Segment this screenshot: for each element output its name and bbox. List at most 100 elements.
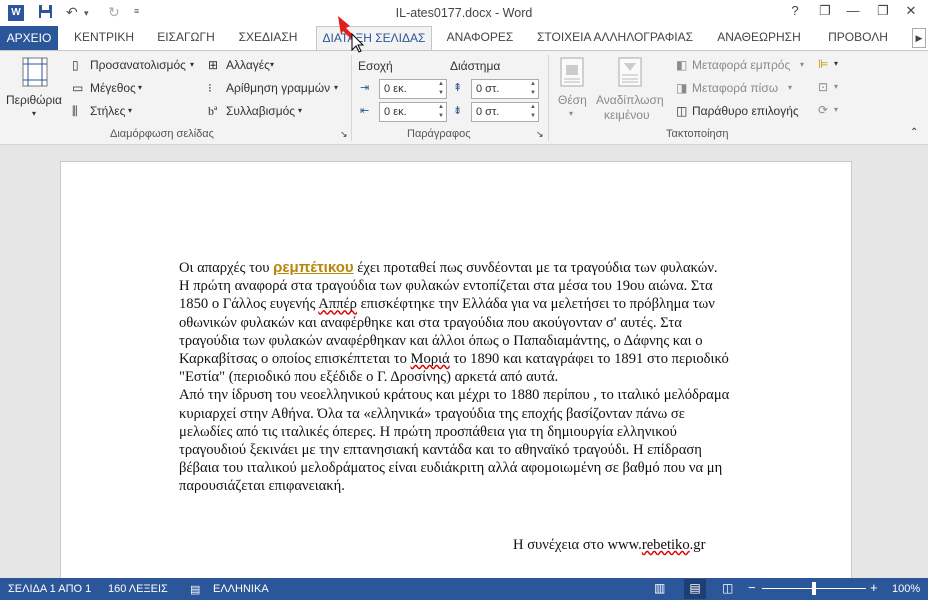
rebetiko-link[interactable]: ρεμπέτικου	[273, 259, 353, 276]
position-icon	[560, 57, 584, 90]
language-status[interactable]: ΕΛΛΗΝΙΚΑ	[213, 583, 269, 595]
status-bar: ΣΕΛΙΔΑ 1 ΑΠΟ 1 160 ΛΕΞΕΙΣ ▤ ΕΛΛΗΝΙΚΑ ▥ ▤…	[0, 578, 928, 600]
columns-dropdown-icon[interactable]: ▾	[128, 106, 132, 115]
indent-left-spinner[interactable]: 0 εκ. ▲ ▼	[379, 79, 447, 99]
breaks-button[interactable]: Αλλαγές	[226, 58, 270, 72]
text-run: .gr	[689, 537, 706, 553]
send-backward-dropdown-icon[interactable]: ▾	[788, 83, 792, 92]
hyphenation-dropdown-icon[interactable]: ▾	[298, 106, 302, 115]
tab-insert[interactable]: ΕΙΣΑΓΩΓΗ	[150, 26, 222, 50]
bring-forward-icon: ◧	[676, 58, 688, 72]
arrange-group-label: Τακτοποίηση	[666, 128, 729, 140]
hyphenation-icon: bª	[208, 104, 218, 118]
group-dropdown-icon[interactable]: ▾	[834, 82, 838, 91]
hyphenation-button[interactable]: Συλλαβισμός	[226, 104, 295, 118]
spelling-error-word[interactable]: Μοριά	[411, 351, 450, 367]
paragraph-1: Οι απαρχές του ρεμπέτικου έχει προταθεί …	[179, 259, 731, 386]
group-separator	[351, 55, 352, 141]
position-dropdown-icon[interactable]: ▾	[569, 109, 573, 118]
wrap-text-button[interactable]: Αναδίπλωση	[596, 93, 664, 107]
maximize-button[interactable]: ❐	[872, 3, 894, 19]
selection-pane-icon: ◫	[676, 104, 688, 118]
read-mode-icon[interactable]: ▥	[654, 581, 665, 595]
text-run: Οι απαρχές του	[179, 260, 274, 276]
zoom-in-icon[interactable]: +	[870, 580, 878, 595]
breaks-icon: ⊞	[208, 58, 219, 72]
group-separator	[548, 55, 549, 141]
orientation-button[interactable]: Προσανατολισμός	[90, 58, 186, 72]
size-button[interactable]: Μέγεθος	[90, 81, 136, 95]
line-numbers-dropdown-icon[interactable]: ▾	[334, 83, 338, 92]
selection-pane-button[interactable]: Παράθυρο επιλογής	[692, 104, 799, 118]
line-numbers-button[interactable]: Αρίθμηση γραμμών	[226, 81, 330, 95]
zoom-out-icon[interactable]: −	[748, 580, 756, 595]
tab-page-layout[interactable]: ΔΙΑΤΑΞΗ ΣΕΛΙΔΑΣ	[316, 26, 432, 51]
columns-button[interactable]: Στήλες	[90, 104, 125, 118]
ribbon-tabs: ΑΡΧΕΙΟ ΚΕΝΤΡΙΚΗ ΕΙΣΑΓΩΓΗ ΣΧΕΔΙΑΣΗ ΔΙΑΤΑΞ…	[0, 26, 928, 51]
tab-design[interactable]: ΣΧΕΔΙΑΣΗ	[230, 26, 306, 50]
align-dropdown-icon[interactable]: ▾	[834, 59, 838, 68]
paragraph-launcher-icon[interactable]: ↘	[536, 129, 544, 140]
space-before-spinner[interactable]: 0 στ. ▲ ▼	[471, 79, 539, 99]
page-count-status[interactable]: ΣΕΛΙΔΑ 1 ΑΠΟ 1	[8, 583, 91, 595]
spelling-error-word[interactable]: Αππέρ	[318, 296, 357, 312]
paragraph-group-label: Παράγραφος	[407, 128, 471, 140]
bring-forward-button[interactable]: Μεταφορά εμπρός	[692, 58, 790, 72]
align-icon[interactable]: ⊫	[818, 57, 828, 71]
print-layout-icon[interactable]: ▤	[684, 579, 706, 599]
orientation-icon: ▯	[72, 58, 79, 72]
spacing-label: Διάστημα	[450, 59, 501, 73]
rotate-dropdown-icon[interactable]: ▾	[834, 105, 838, 114]
proofing-icon[interactable]: ▤	[190, 583, 200, 596]
margins-button[interactable]: Περιθώρια	[6, 93, 62, 107]
space-before-icon: ⇞	[453, 82, 463, 94]
rotate-icon[interactable]: ⟳	[818, 103, 828, 117]
orientation-dropdown-icon[interactable]: ▾	[190, 60, 194, 69]
close-button[interactable]: ✕	[900, 3, 922, 19]
bring-forward-dropdown-icon[interactable]: ▾	[800, 60, 804, 69]
indent-left-icon: ⇥	[360, 82, 370, 94]
title-bar: W ↶ ▾ ↻ ≡ IL-ates0177.docx - Word ? ❐ — …	[0, 0, 928, 26]
breaks-dropdown-icon[interactable]: ▾	[270, 60, 274, 69]
spinner-arrows-icon[interactable]: ▲ ▼	[436, 80, 446, 98]
word-count-status[interactable]: 160 ΛΕΞΕΙΣ	[108, 583, 168, 595]
spelling-error-word[interactable]: rebetiko	[642, 537, 690, 553]
document-area: Οι απαρχές του ρεμπέτικου έχει προταθεί …	[0, 145, 928, 591]
space-after-icon: ⇟	[453, 105, 463, 117]
zoom-slider-thumb[interactable]	[812, 582, 816, 595]
tab-mailings[interactable]: ΣΤΟΙΧΕΙΑ ΑΛΛΗΛΟΓΡΑΦΙΑΣ	[530, 26, 700, 50]
tab-view[interactable]: ΠΡΟΒΟΛΗ	[818, 26, 898, 50]
wrap-text-icon	[618, 57, 642, 90]
tab-file[interactable]: ΑΡΧΕΙΟ	[0, 26, 58, 50]
spinner-arrows-icon[interactable]: ▲ ▼	[436, 103, 446, 121]
ribbon-display-options-button[interactable]: ❐	[814, 3, 836, 19]
size-icon: ▭	[72, 81, 84, 95]
tab-review[interactable]: ΑΝΑΘΕΩΡΗΣΗ	[708, 26, 810, 50]
document-body[interactable]: Οι απαρχές του ρεμπέτικου έχει προταθεί …	[179, 259, 731, 496]
collapse-ribbon-icon[interactable]: ⌃	[910, 127, 918, 138]
wrap-text-button-line2: κειμένου	[604, 108, 650, 122]
space-after-value: 0 στ.	[476, 106, 500, 118]
tab-home[interactable]: ΚΕΝΤΡΙΚΗ	[64, 26, 144, 50]
position-button[interactable]: Θέση	[558, 93, 587, 107]
space-after-spinner[interactable]: 0 στ. ▲ ▼	[471, 102, 539, 122]
spinner-arrows-icon[interactable]: ▲ ▼	[528, 103, 538, 121]
page-setup-group-label: Διαμόρφωση σελίδας	[110, 128, 214, 140]
document-page[interactable]: Οι απαρχές του ρεμπέτικου έχει προταθεί …	[60, 161, 852, 591]
margins-dropdown-icon[interactable]: ▾	[32, 109, 36, 118]
send-backward-button[interactable]: Μεταφορά πίσω	[692, 81, 778, 95]
indent-right-value: 0 εκ.	[384, 106, 407, 118]
red-arrow-pointer-icon	[336, 14, 366, 57]
size-dropdown-icon[interactable]: ▾	[138, 83, 142, 92]
tabs-scroll-right-icon[interactable]: ▶	[912, 28, 926, 48]
text-run: Η συνέχεια στο www.	[513, 537, 642, 553]
page-setup-launcher-icon[interactable]: ↘	[340, 129, 348, 140]
tab-references[interactable]: ΑΝΑΦΟΡΕΣ	[440, 26, 520, 50]
minimize-button[interactable]: —	[842, 3, 864, 18]
group-objects-icon[interactable]: ⊡	[818, 80, 828, 94]
zoom-level[interactable]: 100%	[892, 583, 920, 595]
help-button[interactable]: ?	[784, 3, 806, 18]
spinner-arrows-icon[interactable]: ▲ ▼	[528, 80, 538, 98]
indent-right-spinner[interactable]: 0 εκ. ▲ ▼	[379, 102, 447, 122]
web-layout-icon[interactable]: ◫	[722, 581, 733, 595]
